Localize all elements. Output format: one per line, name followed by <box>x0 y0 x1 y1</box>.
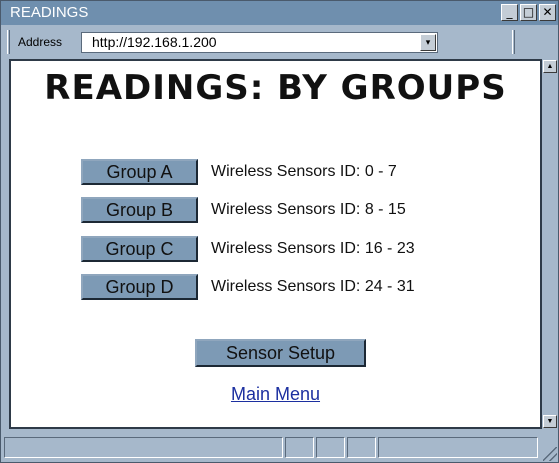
browser-window: READINGS _ □ ✕ Address http://192.168.1.… <box>0 0 559 463</box>
status-pane <box>316 437 345 458</box>
toolbar-grip[interactable] <box>7 30 10 54</box>
group-a-description: Wireless Sensors ID: 0 - 7 <box>211 163 397 180</box>
group-d-button[interactable]: Group D <box>81 274 198 300</box>
page-content: READINGS: BY GROUPS Group A Wireless Sen… <box>9 59 542 429</box>
page-title: READINGS: BY GROUPS <box>44 68 507 108</box>
status-pane-zone <box>378 437 538 458</box>
close-button[interactable]: ✕ <box>539 4 556 21</box>
scroll-down-icon[interactable]: ▼ <box>543 415 557 428</box>
address-label: Address <box>18 35 63 49</box>
address-toolbar: Address http://192.168.1.200 ▾ <box>1 25 558 59</box>
group-c-button[interactable]: Group C <box>81 236 198 262</box>
address-dropdown-button[interactable]: ▾ <box>420 34 436 51</box>
scroll-up-icon[interactable]: ▲ <box>543 60 557 73</box>
status-pane-main <box>4 437 283 458</box>
address-url: http://192.168.1.200 <box>92 34 217 50</box>
resize-grip-icon[interactable] <box>543 447 557 461</box>
group-b-button[interactable]: Group B <box>81 197 198 223</box>
address-input[interactable]: http://192.168.1.200 ▾ <box>81 32 438 53</box>
window-controls: _ □ ✕ <box>501 4 556 21</box>
status-pane <box>347 437 376 458</box>
title-bar: READINGS _ □ ✕ <box>1 1 558 25</box>
window-title: READINGS <box>10 4 89 21</box>
group-row: Group A Wireless Sensors ID: 0 - 7 <box>81 159 397 185</box>
main-menu-link[interactable]: Main Menu <box>11 384 540 405</box>
group-row: Group C Wireless Sensors ID: 16 - 23 <box>81 236 415 262</box>
group-b-description: Wireless Sensors ID: 8 - 15 <box>211 201 406 218</box>
group-row: Group D Wireless Sensors ID: 24 - 31 <box>81 274 415 300</box>
sensor-setup-button[interactable]: Sensor Setup <box>195 339 366 367</box>
toolbar-grip-right[interactable] <box>512 30 515 54</box>
group-d-description: Wireless Sensors ID: 24 - 31 <box>211 278 415 295</box>
maximize-button[interactable]: □ <box>520 4 537 21</box>
minimize-button[interactable]: _ <box>501 4 518 21</box>
group-c-description: Wireless Sensors ID: 16 - 23 <box>211 240 415 257</box>
status-bar <box>1 435 558 462</box>
group-a-button[interactable]: Group A <box>81 159 198 185</box>
vertical-scrollbar[interactable]: ▲ ▼ <box>542 59 558 429</box>
group-row: Group B Wireless Sensors ID: 8 - 15 <box>81 197 406 223</box>
status-pane <box>285 437 314 458</box>
